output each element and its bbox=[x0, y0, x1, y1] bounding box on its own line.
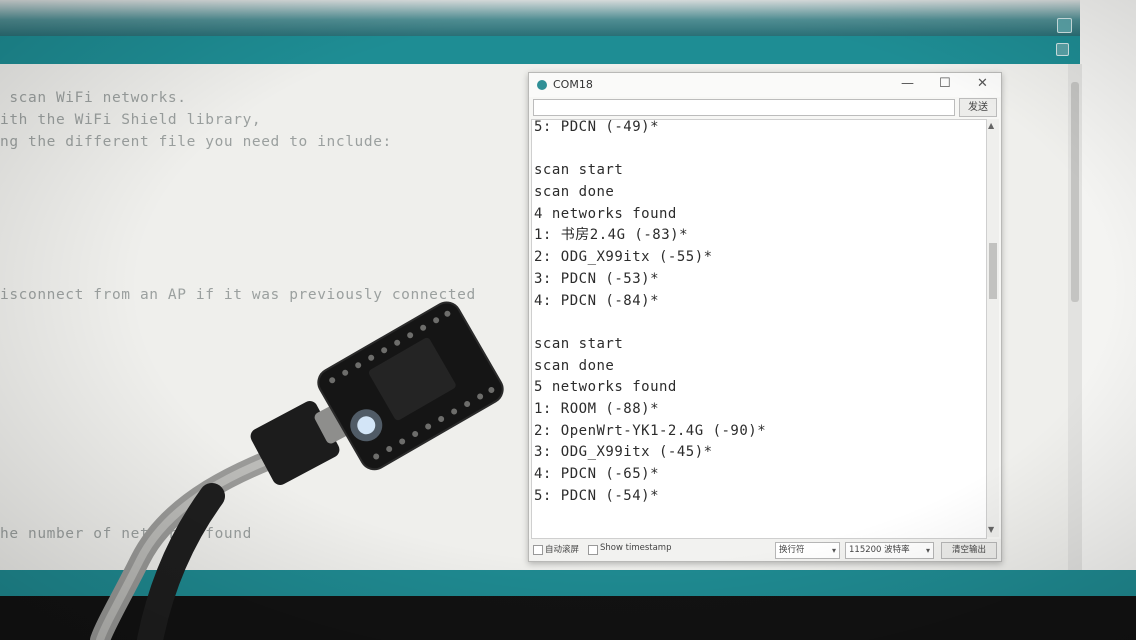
dev-board-icon bbox=[317, 301, 504, 471]
usb-cable-icon bbox=[90, 394, 370, 640]
foreground-objects bbox=[90, 301, 504, 640]
